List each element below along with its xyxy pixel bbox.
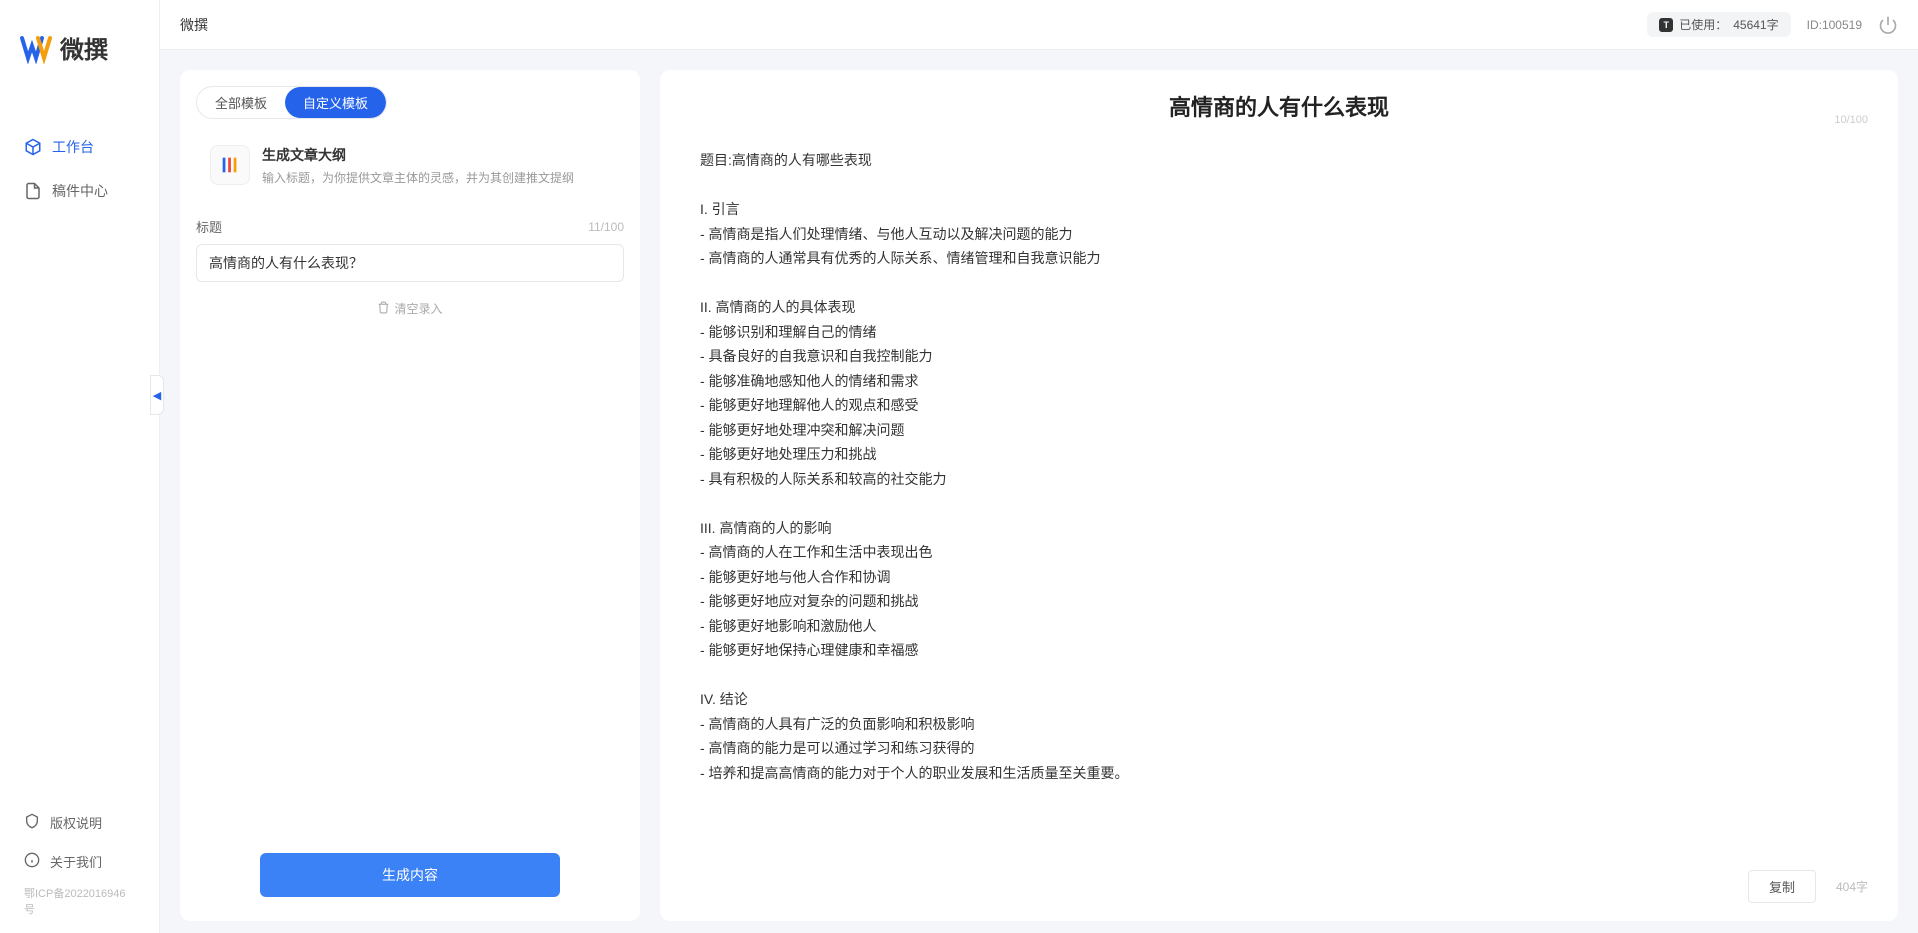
- page-title: 微撰: [180, 15, 208, 35]
- tab-all-templates[interactable]: 全部模板: [197, 87, 285, 118]
- nav-menu: 工作台 稿件中心: [0, 125, 159, 803]
- sidebar: 微撰 工作台 稿: [0, 0, 160, 933]
- output-panel: 高情商的人有什么表现 10/100 题目:高情商的人有哪些表现 I. 引言 - …: [660, 70, 1898, 921]
- usage-value: 45641字: [1733, 16, 1778, 33]
- brand-name: 微撰: [60, 30, 108, 65]
- template-thumb-icon: [210, 145, 250, 185]
- tab-custom-templates[interactable]: 自定义模板: [285, 87, 386, 118]
- logo-icon: [20, 32, 52, 64]
- word-count: 404字: [1836, 878, 1868, 895]
- output-title-counter: 10/100: [1834, 114, 1868, 126]
- output-body[interactable]: 题目:高情商的人有哪些表现 I. 引言 - 高情商是指人们处理情绪、与他人互动以…: [660, 128, 1898, 858]
- output-title: 高情商的人有什么表现: [690, 90, 1868, 122]
- generate-button[interactable]: 生成内容: [260, 853, 560, 897]
- brand-logo: 微撰: [0, 0, 159, 85]
- template-card: 生成文章大纲 输入标题，为你提供文章主体的灵感，并为其创建推文提纲: [196, 131, 624, 201]
- template-desc: 输入标题，为你提供文章主体的灵感，并为其创建推文提纲: [262, 169, 610, 187]
- usage-label: 已使用：: [1679, 16, 1727, 33]
- usage-badge[interactable]: T 已使用： 45641字: [1647, 12, 1790, 37]
- template-tabs: 全部模板 自定义模板: [196, 86, 387, 119]
- chevron-left-icon: ◀: [153, 389, 161, 402]
- copy-button[interactable]: 复制: [1748, 870, 1816, 903]
- footer-about[interactable]: 关于我们: [0, 842, 159, 881]
- nav-label: 稿件中心: [52, 181, 108, 201]
- nav-documents[interactable]: 稿件中心: [0, 169, 159, 213]
- power-icon[interactable]: [1878, 15, 1898, 35]
- clear-label: 清空录入: [394, 300, 442, 317]
- clear-button[interactable]: 清空录入: [377, 300, 442, 317]
- user-id: ID:100519: [1807, 18, 1862, 32]
- text-icon: T: [1659, 18, 1673, 32]
- template-title: 生成文章大纲: [262, 145, 610, 165]
- nav-workspace[interactable]: 工作台: [0, 125, 159, 169]
- document-icon: [24, 182, 42, 200]
- sidebar-footer: 版权说明 关于我们 鄂ICP备2022016946号: [0, 803, 159, 933]
- sidebar-collapse-handle[interactable]: ◀: [150, 375, 164, 415]
- title-counter: 11/100: [588, 220, 624, 234]
- topbar: 微撰 T 已使用： 45641字 ID:100519: [160, 0, 1918, 50]
- nav-label: 工作台: [52, 137, 94, 157]
- title-input[interactable]: [196, 244, 624, 282]
- shield-icon: [24, 813, 40, 832]
- info-icon: [24, 852, 40, 871]
- title-label: 标题: [196, 217, 222, 236]
- trash-icon: [377, 301, 390, 317]
- cube-icon: [24, 138, 42, 156]
- footer-label: 关于我们: [50, 852, 102, 871]
- icp-text: 鄂ICP备2022016946号: [0, 881, 159, 921]
- footer-copyright[interactable]: 版权说明: [0, 803, 159, 842]
- footer-label: 版权说明: [50, 813, 102, 832]
- input-panel: 全部模板 自定义模板 生成文章大纲 输入标题，为你提供文章主体: [180, 70, 640, 921]
